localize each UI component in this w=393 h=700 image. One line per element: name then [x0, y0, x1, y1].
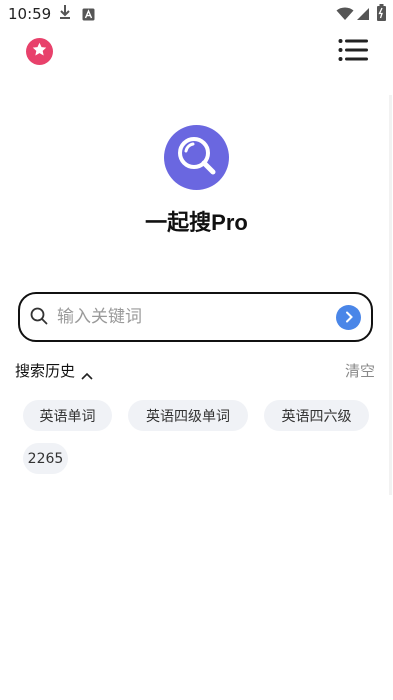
- status-time: 10:59: [8, 5, 52, 23]
- history-chip[interactable]: 英语单词: [23, 400, 112, 431]
- magnifier-logo-icon: [172, 131, 222, 185]
- a-badge-icon: [82, 6, 95, 25]
- favorite-button[interactable]: [26, 38, 53, 65]
- search-box: [18, 292, 373, 342]
- clear-history-button[interactable]: 清空: [345, 360, 375, 381]
- history-chip[interactable]: 英语四六级: [264, 400, 369, 431]
- status-bar: 10:59: [0, 0, 393, 28]
- wifi-icon: [336, 6, 354, 25]
- menu-button[interactable]: [338, 38, 368, 62]
- star-icon: [31, 41, 48, 62]
- battery-icon: [377, 4, 386, 25]
- top-bar: [0, 28, 393, 76]
- search-input[interactable]: [55, 301, 329, 333]
- scrollbar[interactable]: [389, 95, 392, 495]
- arrow-right-icon: [343, 308, 355, 327]
- app-title: 一起搜Pro: [145, 210, 248, 235]
- menu-icon: [338, 39, 368, 66]
- history-chip[interactable]: 2265: [23, 443, 68, 474]
- history-chip[interactable]: 英语四级单词: [128, 400, 248, 431]
- search-submit-button[interactable]: [336, 305, 361, 330]
- download-icon: [58, 4, 72, 24]
- history-title[interactable]: 搜索历史: [15, 360, 75, 381]
- history-header: 搜索历史 清空: [15, 360, 375, 382]
- chevron-up-icon[interactable]: [81, 365, 93, 384]
- signal-icon: [356, 6, 370, 25]
- search-icon: [30, 307, 48, 329]
- app-logo: [164, 125, 229, 190]
